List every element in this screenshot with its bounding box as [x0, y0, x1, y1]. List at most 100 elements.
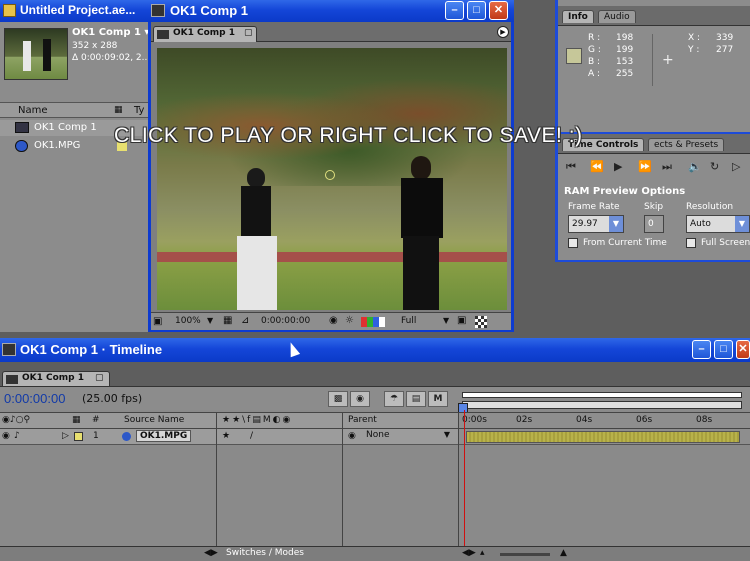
parent-pickwhip-icon[interactable]: ◉	[348, 431, 356, 441]
show-snapshot-icon[interactable]: ☼	[345, 315, 354, 326]
layer-shy-icon[interactable]: ★	[222, 431, 230, 441]
footer-nav-icon[interactable]: ◀▶	[462, 548, 476, 558]
timeline-maximize-button[interactable]: □	[714, 340, 733, 359]
comp-viewer[interactable]	[157, 48, 507, 310]
anchor-point-icon[interactable]	[325, 170, 335, 180]
layer-name[interactable]: OK1.MPG	[136, 430, 192, 442]
layer-label-color[interactable]	[74, 432, 83, 441]
live-update-icon[interactable]: ◉	[350, 391, 370, 407]
comp-tab[interactable]: OK1 Comp 1 ▢	[153, 26, 257, 42]
comp-title: OK1 Comp 1	[170, 3, 249, 18]
resolution-dropdown-icon[interactable]: ▼	[443, 316, 449, 325]
figure-right-torso	[401, 178, 443, 238]
comp-timecode[interactable]: 0:00:00:00	[261, 316, 310, 326]
playhead-line[interactable]	[464, 410, 465, 548]
project-item-label: OK1.MPG	[34, 140, 81, 151]
full-screen-checkbox[interactable]	[686, 238, 696, 248]
channel-color-icon[interactable]	[361, 317, 385, 327]
timeline-timecode[interactable]: 0:00:00:00	[4, 391, 65, 406]
transparency-grid-icon[interactable]	[475, 316, 487, 328]
grid-icon[interactable]: ▦	[223, 315, 232, 326]
zoom-value[interactable]: 100%	[175, 316, 201, 326]
zoom-out-icon[interactable]: ▴	[480, 548, 485, 558]
work-area-bar[interactable]	[462, 392, 742, 398]
comp-flowchart-icon[interactable]: ▩	[328, 391, 348, 407]
roi-icon[interactable]: ▣	[457, 315, 466, 326]
prev-frame-icon[interactable]: ⏪	[590, 160, 604, 173]
timeline-tab[interactable]: OK1 Comp 1 ▢	[2, 371, 110, 387]
audio-switch-icon[interactable]: ♪	[14, 431, 20, 441]
resolution-select[interactable]: Auto ▼	[686, 215, 750, 233]
x-row: X : 339	[688, 32, 748, 44]
from-current-checkbox[interactable]	[568, 238, 578, 248]
timeline-window-icon	[2, 343, 16, 356]
audio-icon[interactable]: 🔈	[688, 160, 702, 173]
source-name-header[interactable]: Source Name	[124, 415, 184, 425]
time-ruler[interactable]: 0:00s 02s 04s 06s 08s	[458, 412, 750, 429]
tab-effects-presets[interactable]: ects & Presets	[648, 138, 725, 151]
name-column-header[interactable]: Name	[18, 105, 48, 116]
info-divider	[652, 34, 653, 86]
tab-lock-icon[interactable]: ▢	[244, 28, 253, 38]
layer-quality-icon[interactable]: /	[250, 431, 253, 441]
timeline-title: OK1 Comp 1 · Timeline	[20, 342, 163, 357]
comp-tab-label: OK1 Comp 1	[173, 28, 236, 38]
timeline-close-button[interactable]: ✕	[736, 340, 750, 359]
timeline-title-bar[interactable]: OK1 Comp 1 · Timeline – □ ✕	[0, 338, 750, 362]
comp-footer: ▣ 100% ▼ ▦ ⊿ 0:00:00:00 ◉ ☼ Full ▼ ▣	[151, 312, 511, 330]
frame-rate-select[interactable]: 29.97 ▼	[568, 215, 624, 233]
close-button[interactable]: ✕	[489, 1, 508, 20]
chevron-down-icon: ▼	[609, 216, 623, 232]
timeline-footer: ◀▶ Switches / Modes ◀▶ ▴ ▲	[0, 546, 750, 561]
comp-menu-arrow-icon[interactable]: ▶	[497, 26, 509, 38]
b-row: B : 153	[588, 56, 648, 68]
layer-row[interactable]: ◉ ♪ ▷ 1 OK1.MPG ★ / ◉ None ▼	[0, 429, 458, 445]
type-column-header[interactable]: Ty	[134, 105, 144, 116]
mask-icon[interactable]: ⊿	[241, 315, 249, 326]
next-frame-icon[interactable]: ⏩	[638, 160, 652, 173]
first-frame-icon[interactable]: ⏮	[566, 160, 576, 174]
timeline-tab-icon	[6, 375, 18, 384]
parent-select[interactable]: None ▼	[362, 430, 452, 443]
composition-icon	[15, 122, 29, 133]
video-switch-icon[interactable]: ◉	[2, 431, 10, 441]
zoom-slider[interactable]	[500, 553, 550, 556]
loop-icon[interactable]: ↻	[710, 160, 719, 173]
timeline-minimize-button[interactable]: –	[692, 340, 711, 359]
switches-modes-toggle[interactable]: Switches / Modes	[226, 548, 304, 558]
time-controls-panel: Time Controls ects & Presets ⏮ ⏪ ▶ ⏩ ⏭ 🔈…	[558, 134, 750, 260]
skip-value: 0	[648, 219, 654, 229]
play-overlay-text[interactable]: CLICK TO PLAY OR RIGHT CLICK TO SAVE! :)	[114, 124, 583, 148]
expand-triangle-icon[interactable]: ▷	[62, 431, 69, 441]
comp-tab-strip: OK1 Comp 1 ▢ ▶	[151, 22, 511, 42]
play-icon[interactable]: ▶	[614, 160, 622, 173]
parent-header[interactable]: Parent	[348, 415, 377, 425]
minimize-button[interactable]: –	[445, 1, 464, 20]
layer-duration-bar[interactable]	[466, 431, 740, 443]
zoom-dropdown-icon[interactable]: ▼	[207, 316, 213, 325]
tab-info[interactable]: Info	[562, 10, 594, 23]
always-preview-icon[interactable]: ▣	[153, 316, 162, 327]
comp-window: OK1 Comp 1 – □ ✕ OK1 Comp 1 ▢ ▶ ▣ 100% ▼…	[148, 0, 514, 332]
zoom-in-icon[interactable]: ▲	[560, 548, 567, 558]
last-frame-icon[interactable]: ⏭	[662, 160, 672, 174]
resolution-value[interactable]: Full	[401, 316, 416, 326]
maximize-button[interactable]: □	[467, 1, 486, 20]
r-row: R : 198	[588, 32, 648, 44]
project-title-bar[interactable]: Untitled Project.ae...	[0, 0, 148, 22]
comp-title-bar[interactable]: OK1 Comp 1 – □ ✕	[148, 0, 514, 22]
frame-blend-icon[interactable]: ☂	[384, 391, 404, 407]
skip-label: Skip	[644, 202, 664, 212]
resolution-select-value: Auto	[690, 219, 711, 229]
x-label: X :	[688, 33, 701, 43]
skip-input[interactable]: 0	[644, 215, 664, 233]
time-navigator[interactable]	[462, 401, 742, 409]
brainstorm-icon[interactable]: M	[428, 391, 448, 407]
ram-preview-icon[interactable]: ▷	[732, 160, 740, 173]
ruler-label: 04s	[576, 415, 593, 425]
b-value: 153	[616, 57, 634, 67]
motion-blur-icon[interactable]: ▤	[406, 391, 426, 407]
footer-toggle-icon[interactable]: ◀▶	[204, 548, 218, 558]
tab-audio[interactable]: Audio	[598, 10, 636, 23]
snapshot-icon[interactable]: ◉	[329, 315, 338, 326]
